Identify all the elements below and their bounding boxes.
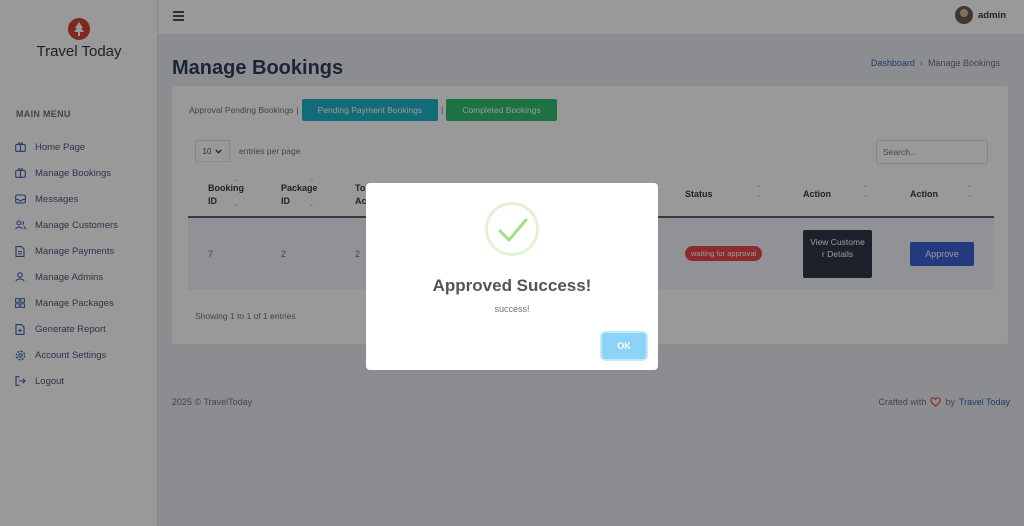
ok-button[interactable]: OK [602,333,646,359]
success-dialog: Approved Success! success! OK [366,183,658,370]
success-check-icon [485,202,539,256]
dialog-title: Approved Success! [432,276,592,295]
dialog-message: success! [494,304,530,314]
